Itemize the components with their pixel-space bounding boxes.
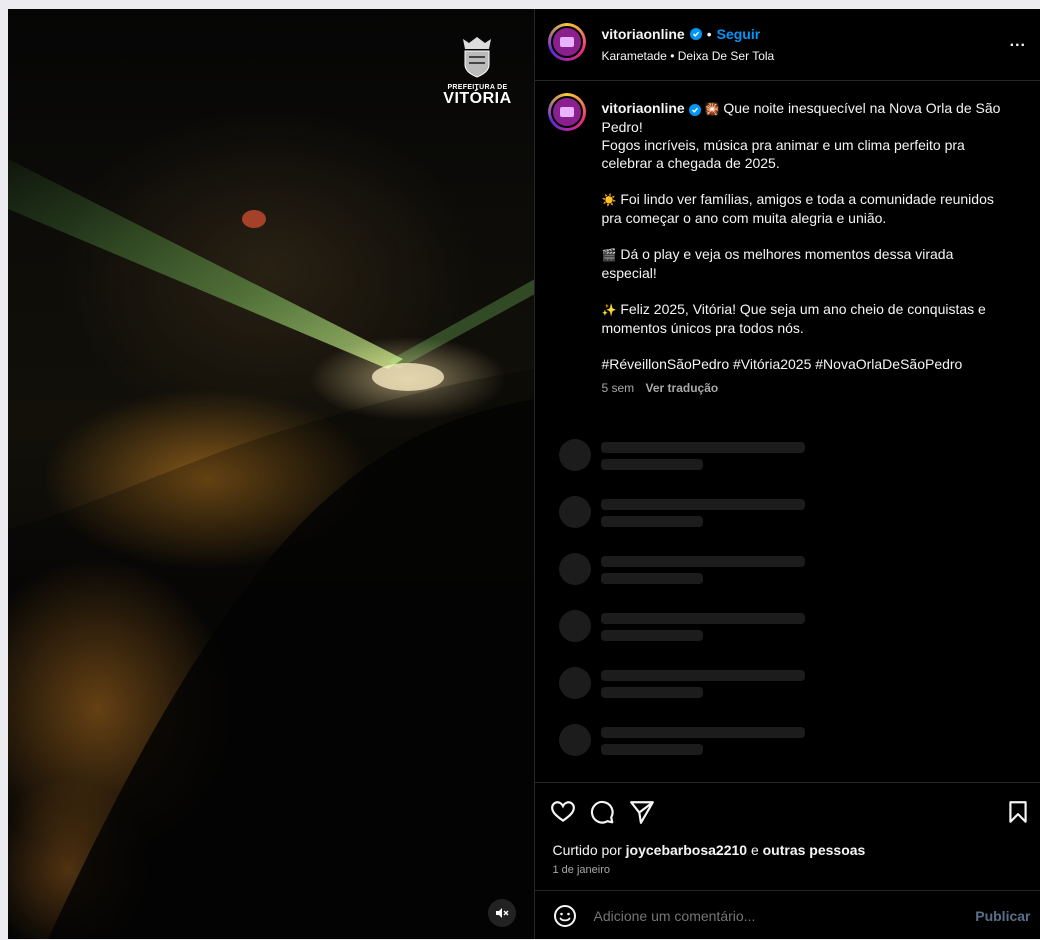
post-age: 5 sem (601, 381, 635, 395)
comment-skeleton (559, 496, 819, 532)
post-modal: PREFEITURA DE VITÓRIA vitoriaonline • Se… (8, 9, 1040, 939)
likes-middle: e (750, 842, 759, 858)
liker-username[interactable]: joycebarbosa2210 (626, 842, 747, 858)
emoji-icon[interactable] (553, 904, 577, 928)
post-date: 1 de janeiro (552, 864, 610, 876)
comment-bar: Publicar (535, 890, 1040, 940)
comment-skeleton (559, 553, 819, 589)
sun-emoji-icon: ☀️ (601, 193, 617, 207)
coat-of-arms-icon (463, 37, 492, 78)
speaker-muted-icon (496, 908, 509, 918)
verified-badge-icon (688, 104, 701, 116)
sparkles-emoji-icon: ✨ (601, 303, 617, 317)
comment-skeleton (559, 610, 819, 646)
author-username[interactable]: vitoriaonline (601, 26, 684, 42)
caption-username[interactable]: vitoriaonline (601, 100, 684, 116)
post-header: vitoriaonline • Seguir Karametade • Deix… (535, 9, 1040, 81)
caption-para4: Feliz 2025, Vitória! Que seja um ano che… (601, 301, 986, 336)
publish-button[interactable]: Publicar (975, 908, 1030, 924)
action-bar: Curtido por joycebarbosa2210 e outras pe… (535, 782, 1040, 891)
avatar[interactable] (548, 23, 587, 61)
audio-track[interactable]: Karametade • Deixa De Ser Tola (601, 49, 774, 63)
caption-para2: Foi lindo ver famílias, amigos e toda a … (601, 191, 994, 226)
bookmark-icon[interactable] (1005, 799, 1031, 825)
heart-icon[interactable] (550, 799, 576, 825)
likes-others-link[interactable]: outras pessoas (763, 842, 866, 858)
caption-section: vitoriaonline 🎇 Que noite inesquecível n… (535, 81, 1040, 456)
video-player[interactable]: PREFEITURA DE VITÓRIA (8, 9, 535, 939)
more-options-button[interactable]: ... (1010, 33, 1026, 51)
translate-link[interactable]: Ver tradução (646, 381, 719, 395)
caption-line2: Fogos incríveis, música pra animar e um … (601, 137, 965, 171)
comment-input[interactable] (593, 908, 954, 924)
likes-summary: Curtido por joycebarbosa2210 e outras pe… (552, 842, 865, 858)
prefeitura-logo: PREFEITURA DE VITÓRIA (438, 35, 516, 107)
caption-hashtags[interactable]: #RéveillonSãoPedro #Vitória2025 #NovaOrl… (601, 355, 1011, 373)
likes-prefix: Curtido por (552, 842, 622, 858)
comment-skeleton (559, 439, 819, 475)
follow-button[interactable]: Seguir (717, 26, 761, 42)
comment-skeleton (559, 667, 819, 703)
fireworks-emoji-icon: 🎇 (704, 102, 720, 116)
comment-skeleton (559, 724, 819, 760)
caption-text: vitoriaonline 🎇 Que noite inesquecível n… (601, 99, 1011, 397)
avatar[interactable] (548, 93, 587, 131)
clapper-emoji-icon: 🎬 (601, 248, 617, 262)
night-aerial-scene (8, 159, 535, 939)
share-icon[interactable] (629, 799, 655, 825)
mute-button[interactable] (488, 899, 516, 927)
separator: • (706, 26, 712, 42)
comment-icon[interactable] (589, 799, 615, 825)
post-side-panel: vitoriaonline • Seguir Karametade • Deix… (534, 9, 1040, 939)
logo-title: VITÓRIA (443, 90, 512, 107)
caption-para3: Dá o play e veja os melhores momentos de… (601, 246, 954, 281)
verified-badge-icon (689, 28, 702, 40)
